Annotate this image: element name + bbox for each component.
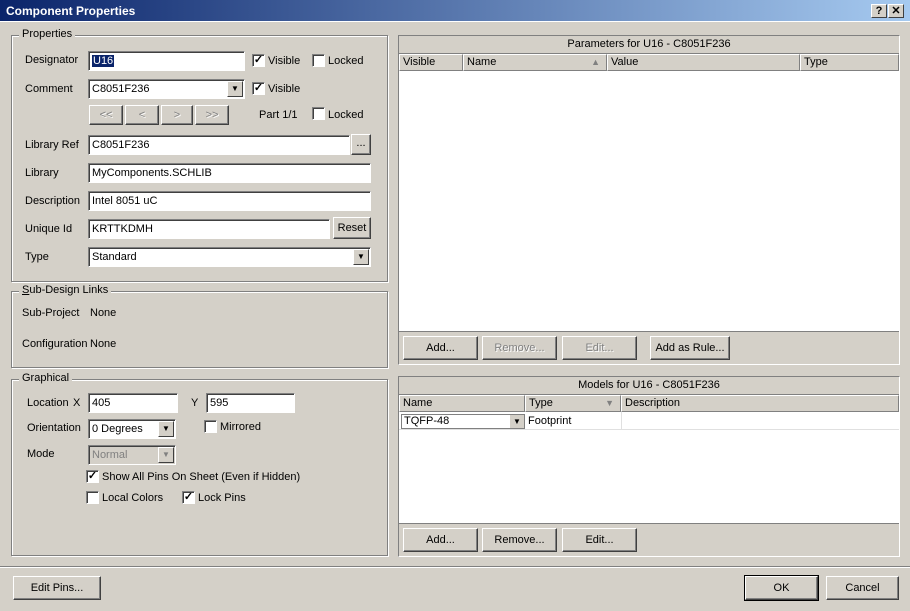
location-x-label: X [73,397,81,409]
sub-design-group [11,291,388,368]
cell-divider [621,412,622,430]
chevron-down-icon[interactable]: ▼ [158,421,174,437]
comment-select[interactable]: C8051F236 ▼ [88,79,245,99]
unique-id-input[interactable]: KRTTKDMH [88,219,330,239]
table-row[interactable]: TQFP-48 ▼ Footprint [399,412,899,430]
column-header-type[interactable]: Type [800,54,899,71]
parameter-edit-button[interactable]: Edit... [562,336,637,360]
models-title: Models for U16 - C8051F236 [399,377,899,395]
local-colors-label: Local Colors [102,492,164,504]
part-label: Part 1/1 [259,109,298,121]
help-button[interactable]: ? [871,4,887,18]
parameter-add-button[interactable]: Add... [403,336,478,360]
edit-pins-button[interactable]: Edit Pins... [13,576,101,600]
chevron-down-icon[interactable]: ▼ [158,447,174,463]
sub-project-value: None [90,307,117,319]
column-header-name[interactable]: Name ▲ [463,54,607,71]
type-select[interactable]: Standard ▼ [88,247,371,267]
parameters-header: Visible Name ▲ Value Type [399,54,899,71]
type-label: Type [25,251,49,263]
column-header-visible[interactable]: Visible [399,54,463,71]
footer-divider-highlight [0,567,910,568]
lock-pins-checkbox[interactable]: ✓ [182,491,195,504]
unique-id-label: Unique Id [25,223,73,235]
orientation-label: Orientation [27,422,81,434]
chevron-down-icon[interactable]: ▼ [353,249,369,265]
location-label: Location [27,397,69,409]
models-header: Name Type ▼ Description [399,395,899,412]
window-title: Component Properties [6,4,136,18]
location-y-label: Y [191,397,199,409]
sort-desc-icon: ▼ [605,398,614,408]
local-colors-checkbox[interactable] [86,491,99,504]
library-label: Library [25,167,59,179]
reset-button[interactable]: Reset [333,217,371,239]
next-part-button[interactable]: > [161,105,193,125]
part-locked-checkbox[interactable] [312,107,325,120]
show-all-pins-label: Show All Pins On Sheet (Even if Hidden) [102,471,301,483]
graphical-group-label: Graphical [19,372,73,384]
comment-visible-label: Visible [268,83,301,95]
mode-select[interactable]: Normal ▼ [88,445,176,465]
ok-button[interactable]: OK [744,575,819,601]
designator-visible-checkbox[interactable]: ✓ [252,54,265,67]
sort-asc-icon: ▲ [591,57,600,67]
column-header-value[interactable]: Value [607,54,800,71]
chevron-down-icon[interactable]: ▼ [227,81,243,97]
designator-locked-label: Locked [328,55,364,67]
model-type-cell: Footprint [528,415,572,427]
comment-visible-checkbox[interactable]: ✓ [252,82,265,95]
part-locked-label: Locked [328,109,364,121]
parameter-remove-button[interactable]: Remove... [482,336,557,360]
library-input[interactable]: MyComponents.SCHLIB [88,163,371,183]
lock-pins-label: Lock Pins [198,492,246,504]
model-edit-button[interactable]: Edit... [562,528,637,552]
parameters-panel: Parameters for U16 - C8051F236 Visible N… [398,35,900,365]
column-header-type[interactable]: Type ▼ [525,395,621,412]
mirrored-label: Mirrored [220,421,261,433]
title-bar: Component Properties ? ✕ [0,0,910,22]
location-x-input[interactable]: 405 [88,393,178,413]
cancel-button[interactable]: Cancel [826,576,899,600]
designator-visible-label: Visible [268,55,301,67]
library-ref-browse-button[interactable]: ... [351,134,371,155]
description-label: Description [25,195,81,207]
models-panel: Models for U16 - C8051F236 Name Type ▼ D… [398,376,900,557]
add-as-rule-button[interactable]: Add as Rule... [650,336,730,360]
mirrored-checkbox[interactable] [204,420,217,433]
designator-input[interactable]: U16 [88,51,245,71]
configuration-label: Configuration [22,338,88,350]
column-header-name[interactable]: Name [399,395,525,412]
models-button-bar: Add... Remove... Edit... [399,523,899,556]
properties-group-label: Properties [19,28,76,40]
model-name-select[interactable]: TQFP-48 ▼ [401,414,525,429]
column-header-description[interactable]: Description [621,395,899,412]
designator-label: Designator [25,54,79,66]
sub-project-label: Sub-Project [22,307,80,319]
model-add-button[interactable]: Add... [403,528,478,552]
first-part-button[interactable]: << [89,105,123,125]
close-icon[interactable]: ✕ [888,4,904,18]
parameters-button-bar: Add... Remove... Edit... Add as Rule... [399,331,899,364]
comment-label: Comment [25,83,73,95]
configuration-value: None [90,338,117,350]
location-y-input[interactable]: 595 [206,393,295,413]
library-ref-label: Library Ref [25,139,79,151]
model-remove-button[interactable]: Remove... [482,528,557,552]
show-all-pins-checkbox[interactable]: ✓ [86,470,99,483]
sub-design-group-label: Sub-Design Links [19,284,112,296]
library-ref-input[interactable]: C8051F236 [88,135,350,155]
designator-locked-checkbox[interactable] [312,54,325,67]
chevron-down-icon[interactable]: ▼ [510,415,524,428]
description-input[interactable]: Intel 8051 uC [88,191,371,211]
mode-label: Mode [27,448,55,460]
properties-group [11,35,388,282]
prev-part-button[interactable]: < [125,105,159,125]
parameters-title: Parameters for U16 - C8051F236 [399,36,899,54]
orientation-select[interactable]: 0 Degrees ▼ [88,419,176,439]
last-part-button[interactable]: >> [195,105,229,125]
